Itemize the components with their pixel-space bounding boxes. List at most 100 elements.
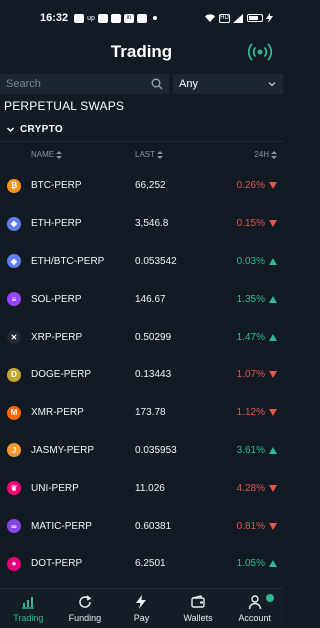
row-last: 0.13443	[135, 369, 172, 381]
table-row[interactable]: ◆ ETH/BTC-PERP 0.053542 0.03%	[0, 243, 283, 281]
triangle-up-icon	[269, 257, 277, 265]
wifi-icon	[205, 13, 215, 22]
wallet-icon	[191, 595, 205, 608]
status-icons: up in	[74, 13, 157, 23]
row-change: 1.07%	[236, 369, 265, 381]
row-last: 6.2501	[135, 558, 166, 570]
tab-wallets[interactable]: Wallets	[170, 589, 227, 628]
row-name: UNI-PERP	[31, 482, 79, 494]
polkadot-icon: ●	[7, 556, 21, 571]
ethereum-icon: ◆	[7, 254, 21, 269]
table-row[interactable]: ≡ SOL-PERP 146.67 1.35%	[0, 280, 283, 318]
market-list: ₿ BTC-PERP 66,252 0.26% ◆ ETH-PERP 3,546.8 0.15…	[0, 167, 283, 583]
column-headers: NAME LAST 24H	[0, 150, 283, 162]
chevron-down-icon	[6, 127, 15, 133]
table-row[interactable]: J JASMY-PERP 0.035953 3.61%	[0, 432, 283, 470]
column-last[interactable]: LAST	[135, 150, 164, 159]
user-icon	[248, 595, 261, 610]
column-name-label: NAME	[31, 150, 55, 159]
row-change: 4.28%	[236, 482, 265, 494]
status-time: 16:32	[40, 12, 69, 24]
row-name: DOT-PERP	[31, 558, 83, 570]
ethereum-icon: ◆	[7, 216, 21, 231]
up-icon: up	[87, 14, 95, 22]
divider	[0, 141, 283, 142]
tab-label: Funding	[68, 613, 102, 623]
tab-trading[interactable]: Trading	[0, 589, 57, 628]
row-change: 1.05%	[236, 558, 265, 570]
row-last: 0.053542	[135, 255, 177, 267]
table-row[interactable]: ∞ MATIC-PERP 0.60381 0.81%	[0, 507, 283, 545]
triangle-down-icon	[269, 182, 277, 190]
signal-icon	[233, 13, 243, 23]
status-bar: 16:32 up in HD	[0, 0, 283, 36]
search-row: Any	[0, 74, 283, 94]
row-name: ETH-PERP	[31, 218, 82, 230]
row-last: 11.026	[135, 482, 165, 494]
sort-icon	[157, 150, 164, 159]
row-last: 0.035953	[135, 444, 177, 456]
group-header-crypto[interactable]: CRYPTO	[6, 124, 63, 135]
table-row[interactable]: ❦ UNI-PERP 11.026 4.28%	[0, 469, 283, 507]
row-last: 146.67	[135, 293, 166, 305]
header: Trading	[0, 36, 283, 68]
mail-icon	[110, 13, 121, 23]
section-title: PERPETUAL SWAPS	[4, 99, 125, 113]
tab-label: Wallets	[183, 613, 213, 623]
table-row[interactable]: M XMR-PERP 173.78 1.12%	[0, 394, 283, 432]
row-change: 1.12%	[236, 407, 265, 419]
monero-icon: M	[7, 405, 21, 420]
chart-icon	[22, 597, 35, 609]
app-icon	[74, 13, 85, 23]
column-change[interactable]: 24H	[254, 150, 277, 159]
tab-account[interactable]: Account	[226, 589, 283, 628]
triangle-up-icon	[269, 446, 277, 454]
polygon-icon: ∞	[7, 519, 21, 534]
row-change: 1.47%	[236, 331, 265, 343]
triangle-down-icon	[269, 484, 277, 492]
row-change: 0.15%	[236, 218, 265, 230]
row-name: MATIC-PERP	[31, 520, 92, 532]
uniswap-icon: ❦	[7, 481, 21, 496]
triangle-down-icon	[269, 220, 277, 228]
row-name: SOL-PERP	[31, 293, 82, 305]
bitcoin-icon: ₿	[7, 178, 21, 193]
solana-icon: ≡	[7, 292, 21, 307]
broadcast-icon[interactable]	[247, 39, 273, 65]
search-input[interactable]	[6, 78, 146, 90]
search-box	[0, 74, 169, 94]
row-name: XRP-PERP	[31, 331, 83, 343]
chevron-down-icon	[268, 82, 276, 87]
dot-icon	[152, 16, 157, 20]
triangle-up-icon	[269, 560, 277, 568]
row-name: DOGE-PERP	[31, 369, 92, 381]
row-last: 0.60381	[135, 520, 172, 532]
triangle-up-icon	[269, 295, 277, 303]
dogecoin-icon: D	[7, 367, 21, 382]
table-row[interactable]: ● DOT-PERP 6.2501 1.05%	[0, 545, 283, 583]
notification-dot	[265, 594, 274, 602]
filter-select[interactable]: Any	[173, 74, 283, 94]
page-title: Trading	[110, 42, 173, 61]
table-row[interactable]: ₿ BTC-PERP 66,252 0.26%	[0, 167, 283, 205]
xrp-icon: ✕	[7, 330, 21, 345]
tab-funding[interactable]: Funding	[57, 589, 114, 628]
tab-label: Account	[238, 613, 271, 623]
tab-pay[interactable]: Pay	[113, 589, 170, 628]
search-icon[interactable]	[151, 78, 163, 90]
lightning-icon	[266, 13, 273, 23]
status-right-icons: HD	[204, 13, 273, 23]
mail-icon	[97, 13, 108, 23]
triangle-down-icon	[269, 409, 277, 417]
row-change: 3.61%	[236, 444, 265, 456]
triangle-up-icon	[269, 333, 277, 341]
table-row[interactable]: D DOGE-PERP 0.13443 1.07%	[0, 356, 283, 394]
row-last: 0.50299	[135, 331, 172, 343]
table-row[interactable]: ✕ XRP-PERP 0.50299 1.47%	[0, 318, 283, 356]
hd-icon: HD	[219, 13, 230, 23]
triangle-down-icon	[269, 371, 277, 379]
table-row[interactable]: ◆ ETH-PERP 3,546.8 0.15%	[0, 205, 283, 243]
row-name: BTC-PERP	[31, 180, 82, 192]
column-name[interactable]: NAME	[31, 150, 63, 159]
tab-label: Pay	[133, 613, 150, 623]
